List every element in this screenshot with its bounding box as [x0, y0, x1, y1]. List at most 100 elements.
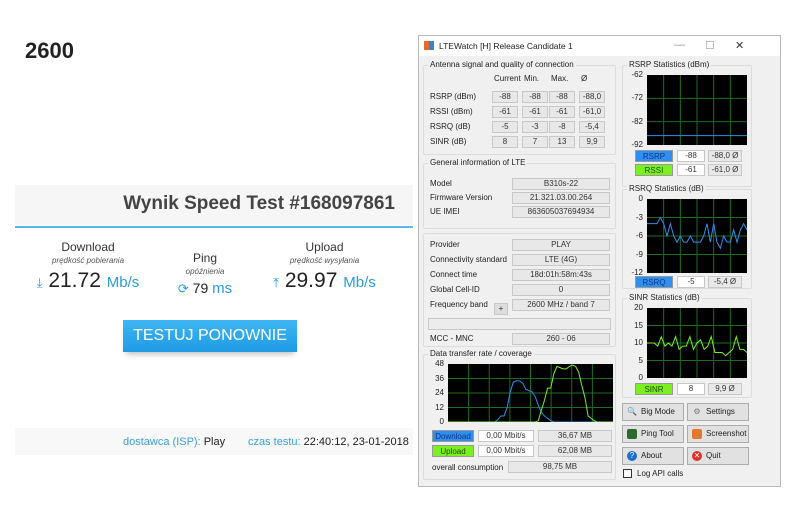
- value-cell: 8: [492, 136, 518, 148]
- info-value: LTE (4G): [512, 254, 610, 266]
- upload-tag: Upload: [432, 445, 474, 457]
- upload-sub: prędkość wysyłania: [289, 256, 360, 265]
- ping-tool-button[interactable]: Ping Tool: [622, 425, 684, 443]
- upload-rate: 0,00 Mbit/s: [478, 445, 534, 457]
- refresh-icon: ⟳: [177, 281, 189, 296]
- about-label: About: [641, 451, 662, 460]
- rsrq-chart: [647, 199, 747, 273]
- upload-stat: Upload prędkość wysyłania ⤒ 29.97 Mb/s: [262, 240, 387, 293]
- upload-value: 29.97: [284, 269, 338, 292]
- sinr-average: 9,9 Ø: [708, 383, 742, 395]
- antenna-group: Antenna signal and quality of connection…: [423, 60, 616, 155]
- general-title: General information of LTE: [428, 158, 528, 167]
- time-value: 22:40:12, 23-01-2018: [303, 436, 409, 448]
- axis-tick-label: 24: [435, 388, 444, 397]
- big-mode-label: Big Mode: [641, 407, 675, 416]
- info-value: 21.321.03.00.264: [512, 192, 610, 204]
- axis-tick-label: -72: [631, 93, 643, 103]
- row-label: RSRP (dBm): [430, 92, 477, 101]
- axis-tick-label: 48: [435, 359, 444, 368]
- close-icon[interactable]: ✕: [735, 39, 744, 52]
- axis-tick-label: 10: [634, 338, 643, 347]
- minimize-icon[interactable]: —: [674, 39, 685, 51]
- rsrq-average: -5,4 Ø: [708, 276, 742, 288]
- upload-icon: ⤒: [273, 275, 279, 290]
- big-mode-button[interactable]: 🔍 Big Mode: [622, 403, 684, 421]
- overall-label: overall consumption: [432, 463, 504, 472]
- log-api-checkbox[interactable]: [623, 469, 632, 478]
- value-cell: -5,4: [579, 121, 605, 133]
- upload-label: Upload: [305, 240, 344, 254]
- download-icon: ⤓: [36, 275, 43, 290]
- magnifier-icon: 🔍: [627, 407, 637, 416]
- rsrq-group: RSRQ Statistics (dB) 0 -3 -6 -9 -12 RSRQ -5 …: [622, 184, 752, 289]
- value-cell: 9,9: [579, 136, 605, 148]
- upload-unit: Mb/s: [343, 274, 376, 291]
- quit-button[interactable]: ✕ Quit: [687, 447, 749, 465]
- value-cell: -61: [522, 106, 548, 118]
- maximize-icon[interactable]: ☐: [705, 39, 715, 52]
- help-icon: ?: [627, 451, 637, 461]
- screenshot-button[interactable]: Screenshot: [687, 425, 749, 443]
- mcc-label: MCC - MNC: [430, 334, 474, 343]
- info-label: Connect time: [430, 270, 478, 279]
- transfer-title: Data transfer rate / coverage: [428, 349, 534, 358]
- value-cell: -61: [492, 106, 518, 118]
- axis-tick-label: -92: [631, 140, 643, 149]
- rsrq-title: RSRQ Statistics (dB): [627, 184, 706, 193]
- info-value: 2600 MHz / band 7: [512, 299, 610, 311]
- title-bar[interactable]: LTEWatch [H] Release Candidate 1 — ☐ ✕: [419, 36, 780, 56]
- rsrq-current: -5: [677, 276, 705, 288]
- rsrp-group: RSRP Statistics (dBm) -62 -72 -82 -92 RSRP …: [622, 60, 752, 187]
- time-label: czas testu:: [248, 436, 301, 448]
- terminal-icon: [627, 429, 637, 439]
- info-label: Frequency band: [430, 300, 488, 309]
- value-cell: -8: [549, 121, 575, 133]
- download-value: 21.72: [48, 269, 101, 292]
- axis-tick-label: -9: [635, 249, 643, 259]
- sinr-title: SINR Statistics (dB): [627, 293, 702, 302]
- axis-tick-label: 5: [638, 355, 643, 365]
- axis-tick-label: -6: [635, 231, 643, 240]
- retest-button[interactable]: TESTUJ PONOWNIE: [123, 320, 297, 352]
- info-label: Model: [430, 179, 452, 188]
- isp-label: dostawca (ISP):: [123, 436, 201, 448]
- ping-label: Ping: [192, 251, 218, 265]
- settings-button[interactable]: ⚙ Settings: [687, 403, 749, 421]
- network-group: Provider PLAY Connectivity standard LTE (4G…: [423, 233, 616, 347]
- rssi-current: -61: [677, 164, 705, 176]
- info-value: B310s-22: [512, 178, 610, 190]
- close-circle-icon: ✕: [692, 451, 702, 461]
- axis-tick-label: -3: [635, 212, 643, 222]
- sinr-tag: SINR: [635, 383, 673, 395]
- ping-unit: ms: [212, 280, 233, 297]
- row-label: RSRQ (dB): [430, 122, 471, 131]
- isp-value: Play: [203, 436, 226, 448]
- transfer-group: Data transfer rate / coverage 48 36 24 12 0 …: [423, 349, 616, 480]
- row-label: SINR (dB): [430, 137, 467, 146]
- axis-tick-label: 0: [638, 194, 643, 203]
- speedtest-header: Wynik Speed Test #168097861: [15, 185, 413, 225]
- about-button[interactable]: ? About: [622, 447, 684, 465]
- value-cell: 7: [522, 136, 548, 148]
- value-cell: -61: [549, 106, 575, 118]
- info-value: 0: [512, 284, 610, 296]
- info-label: Firmware Version: [430, 193, 493, 202]
- general-group: General information of LTE Model B310s-22…: [423, 158, 616, 229]
- rssi-tag: RSSI: [635, 164, 673, 176]
- download-stat: Download prędkość pobierania ⤓ 21.72 Mb/…: [28, 240, 148, 293]
- column-header: Current: [494, 74, 521, 83]
- band-expand-button[interactable]: +: [494, 303, 508, 315]
- settings-label: Settings: [706, 407, 735, 416]
- axis-tick-label: 20: [634, 303, 643, 312]
- info-value: 18d:01h:58m:43s: [512, 269, 610, 281]
- info-label: Global Cell-ID: [430, 285, 480, 294]
- value-cell: -5: [492, 121, 518, 133]
- value-cell: -88,0: [579, 91, 605, 103]
- sinr-current: 8: [677, 383, 705, 395]
- info-label: Connectivity standard: [430, 255, 507, 264]
- column-header: Min.: [524, 74, 540, 83]
- rsrp-chart: [647, 75, 747, 145]
- info-value: 863605037694934: [512, 206, 610, 218]
- info-label: UE IMEI: [430, 207, 460, 216]
